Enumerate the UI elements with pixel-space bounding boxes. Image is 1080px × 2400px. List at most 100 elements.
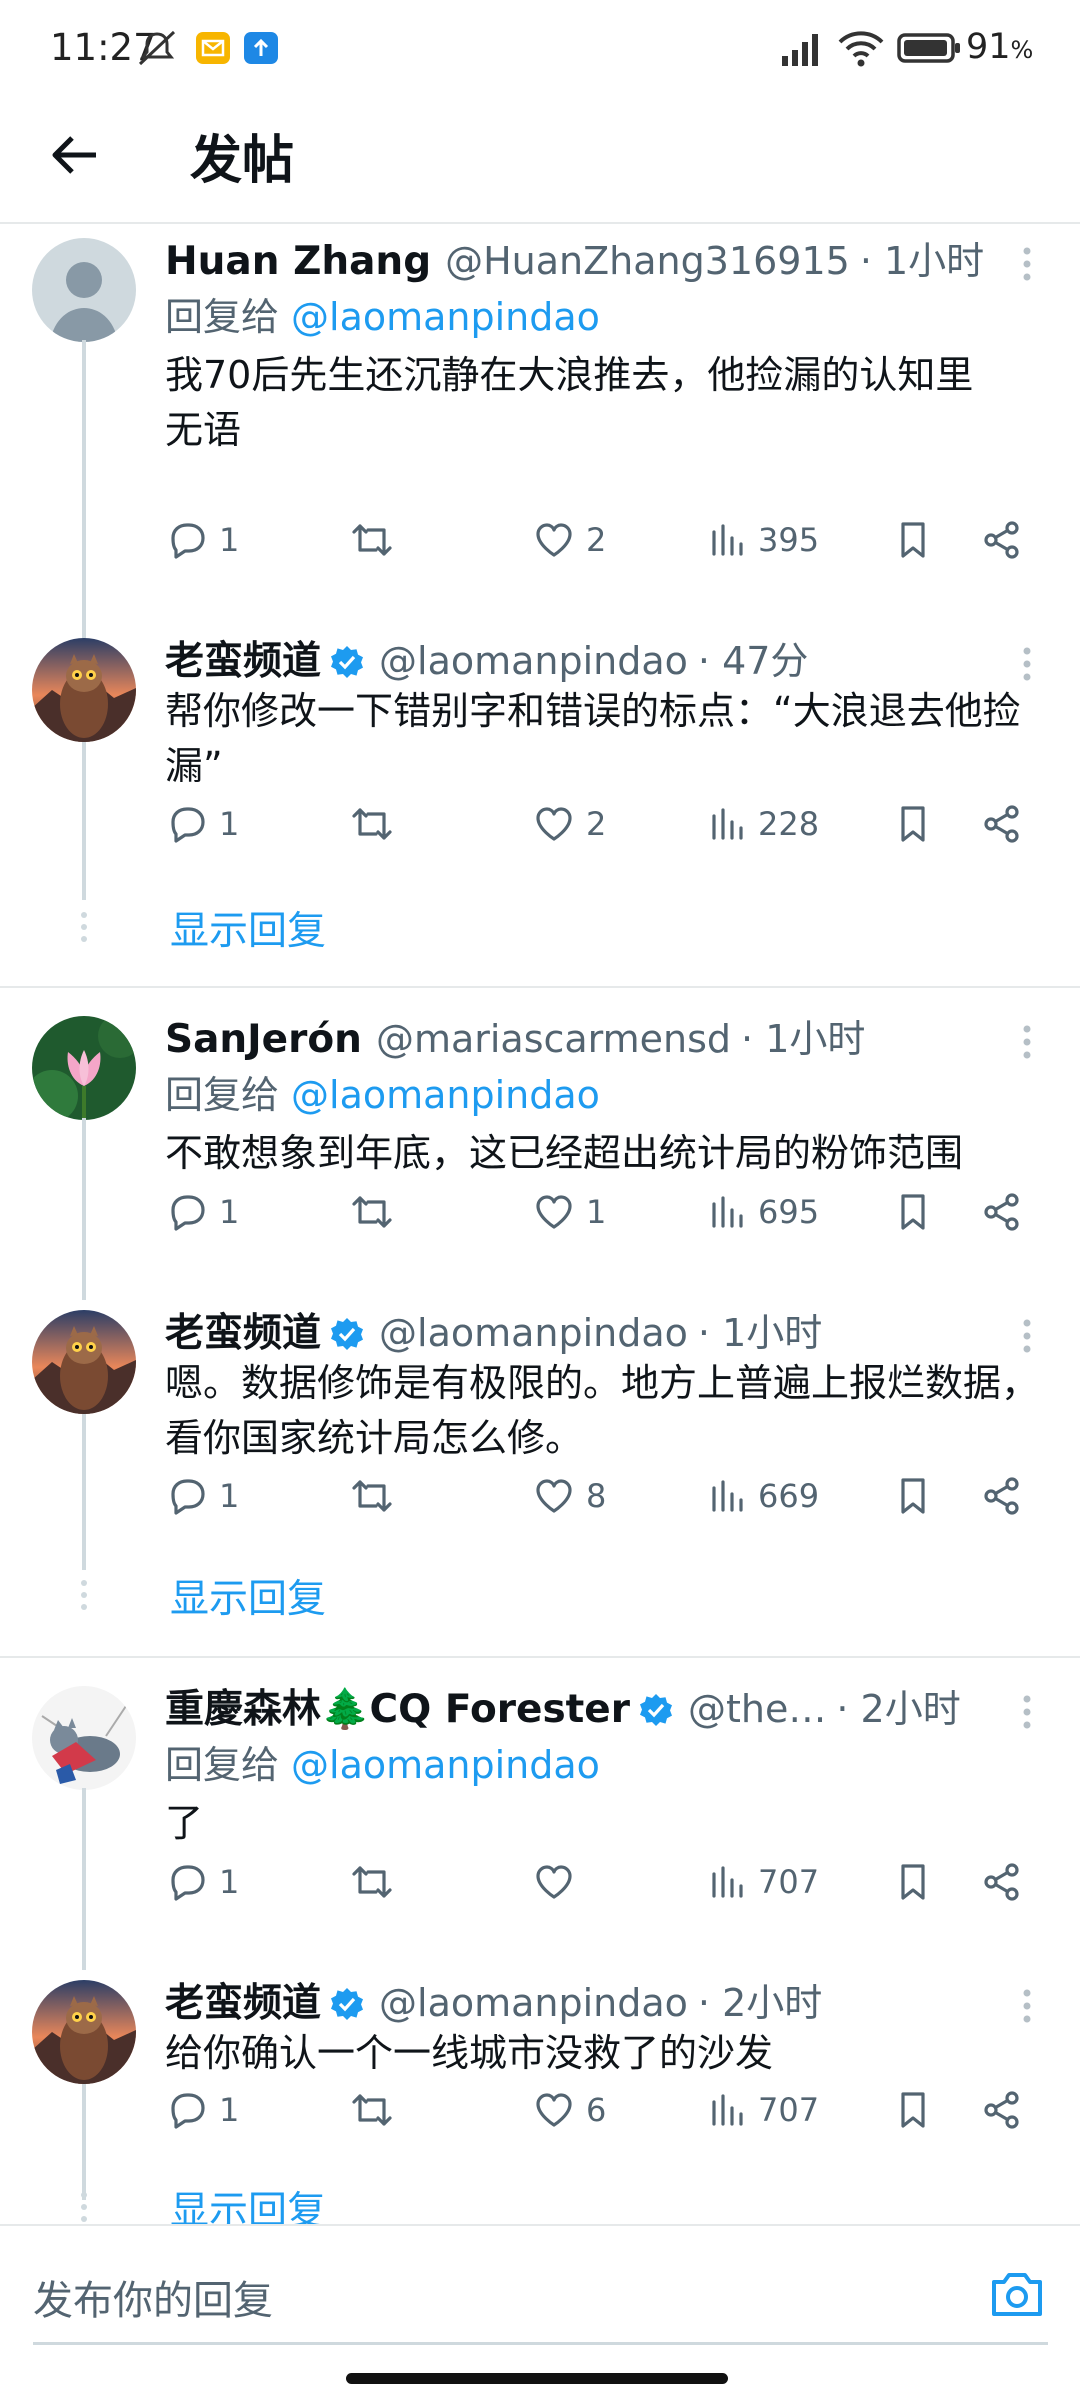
repost-button[interactable] <box>348 802 406 846</box>
author-handle[interactable]: @the… <box>688 1687 826 1731</box>
reply-mention-link[interactable]: @laomanpindao <box>291 1073 600 1117</box>
show-replies-link[interactable]: 显示回复 <box>170 900 326 956</box>
views-button[interactable]: 395 <box>708 518 819 562</box>
like-button[interactable] <box>532 1860 586 1904</box>
like-button[interactable]: 1 <box>532 1190 606 1234</box>
verified-badge-icon <box>331 1988 364 2020</box>
avatar[interactable] <box>32 1980 136 2084</box>
post-divider <box>0 1656 1080 1658</box>
post-time: · 47分 <box>697 639 809 683</box>
thread-connector-line <box>82 340 86 640</box>
author-name[interactable]: 老蛮频道 <box>165 1981 321 2026</box>
author-name[interactable]: 重慶森林🌲CQ Forester <box>165 1687 630 1732</box>
avatar[interactable] <box>32 238 136 342</box>
author-handle[interactable]: @HuanZhang316915 <box>445 239 850 283</box>
like-count: 2 <box>586 521 607 559</box>
bookmark-button[interactable] <box>893 1860 933 1904</box>
camera-icon[interactable] <box>990 2268 1044 2318</box>
avatar[interactable] <box>32 1686 136 1790</box>
like-button[interactable]: 8 <box>532 1474 606 1518</box>
author-name[interactable]: Huan Zhang <box>165 239 431 284</box>
reply-button[interactable]: 1 <box>165 518 239 562</box>
views-count: 695 <box>758 1193 820 1231</box>
reply-icon <box>171 2093 205 2129</box>
reply-button[interactable]: 1 <box>165 1474 239 1518</box>
reply-mention-link[interactable]: @laomanpindao <box>291 1743 600 1787</box>
views-button[interactable]: 669 <box>708 1474 819 1518</box>
reply-mention-link[interactable]: @laomanpindao <box>291 295 600 339</box>
like-icon <box>536 523 572 557</box>
repost-button[interactable] <box>348 518 406 562</box>
analytics-icon <box>712 524 743 556</box>
repost-button[interactable] <box>348 1474 406 1518</box>
repost-button[interactable] <box>348 1190 406 1234</box>
thread-connector-line <box>82 1118 86 1300</box>
arrow-left-icon[interactable] <box>48 128 102 182</box>
share-button[interactable] <box>980 518 1024 562</box>
share-icon <box>984 521 1019 559</box>
reply-button[interactable]: 1 <box>165 2088 239 2132</box>
share-icon <box>984 2091 1019 2129</box>
post-header: 老蛮频道 @laomanpindao · 2小时 <box>165 1972 1005 2028</box>
share-button[interactable] <box>980 1474 1024 1518</box>
author-handle[interactable]: @laomanpindao <box>379 1981 688 2025</box>
more-options-icon[interactable] <box>1022 1988 1032 2028</box>
bookmark-button[interactable] <box>893 802 933 846</box>
show-replies-link[interactable]: 显示回复 <box>170 2180 326 2226</box>
post-header: SanJerón @mariascarmensd · 1小时 <box>165 1008 1005 1063</box>
share-button[interactable] <box>980 1860 1024 1904</box>
author-name[interactable]: 老蛮频道 <box>165 1311 321 1356</box>
replying-to-line: 回复给 @laomanpindao <box>165 1064 600 1119</box>
avatar[interactable] <box>32 1310 136 1414</box>
verified-badge-icon <box>331 646 364 678</box>
views-button[interactable]: 228 <box>708 802 819 846</box>
analytics-icon <box>712 1480 743 1512</box>
reply-button[interactable]: 1 <box>165 1860 239 1904</box>
more-options-icon[interactable] <box>1022 246 1032 286</box>
more-options-icon[interactable] <box>1022 1318 1032 1358</box>
bookmark-button[interactable] <box>893 1474 933 1518</box>
reply-button[interactable]: 1 <box>165 1190 239 1234</box>
like-count: 1 <box>586 1193 607 1231</box>
more-options-icon[interactable] <box>1022 646 1032 686</box>
reply-count: 1 <box>219 1193 240 1231</box>
home-indicator[interactable] <box>346 2373 728 2384</box>
share-button[interactable] <box>980 2088 1024 2132</box>
avatar[interactable] <box>32 638 136 742</box>
reply-count: 1 <box>219 1863 240 1901</box>
views-button[interactable]: 707 <box>708 1860 819 1904</box>
show-replies-link[interactable]: 显示回复 <box>170 1568 326 1624</box>
like-button[interactable]: 2 <box>532 802 606 846</box>
author-handle[interactable]: @laomanpindao <box>379 1311 688 1355</box>
author-name[interactable]: SanJerón <box>165 1017 362 1062</box>
share-button[interactable] <box>980 802 1024 846</box>
bookmark-icon <box>901 1864 925 1900</box>
views-button[interactable]: 707 <box>708 2088 819 2132</box>
bookmark-button[interactable] <box>893 2088 933 2132</box>
bookmark-button[interactable] <box>893 1190 933 1234</box>
views-count: 228 <box>758 805 820 843</box>
more-options-icon[interactable] <box>1022 1024 1032 1064</box>
repost-icon <box>352 2094 392 2126</box>
like-button[interactable]: 6 <box>532 2088 606 2132</box>
repost-button[interactable] <box>348 2088 406 2132</box>
views-count: 707 <box>758 2091 820 2129</box>
repost-button[interactable] <box>348 1860 406 1904</box>
reply-icon <box>171 1865 205 1901</box>
like-button[interactable]: 2 <box>532 518 606 562</box>
author-handle[interactable]: @laomanpindao <box>379 639 688 683</box>
reply-icon <box>171 523 205 559</box>
share-button[interactable] <box>980 1190 1024 1234</box>
share-icon <box>984 805 1019 843</box>
more-options-icon[interactable] <box>1022 1694 1032 1734</box>
bookmark-button[interactable] <box>893 518 933 562</box>
post-divider <box>0 986 1080 988</box>
author-handle[interactable]: @mariascarmensd <box>376 1017 731 1061</box>
upload-notification-icon <box>244 32 278 64</box>
views-button[interactable]: 695 <box>708 1190 819 1234</box>
post-text: 了 <box>165 1801 204 1845</box>
author-name[interactable]: 老蛮频道 <box>165 639 321 684</box>
reply-button[interactable]: 1 <box>165 802 239 846</box>
reply-input[interactable]: 发布你的回复 <box>33 2268 273 2326</box>
avatar[interactable] <box>32 1016 136 1120</box>
